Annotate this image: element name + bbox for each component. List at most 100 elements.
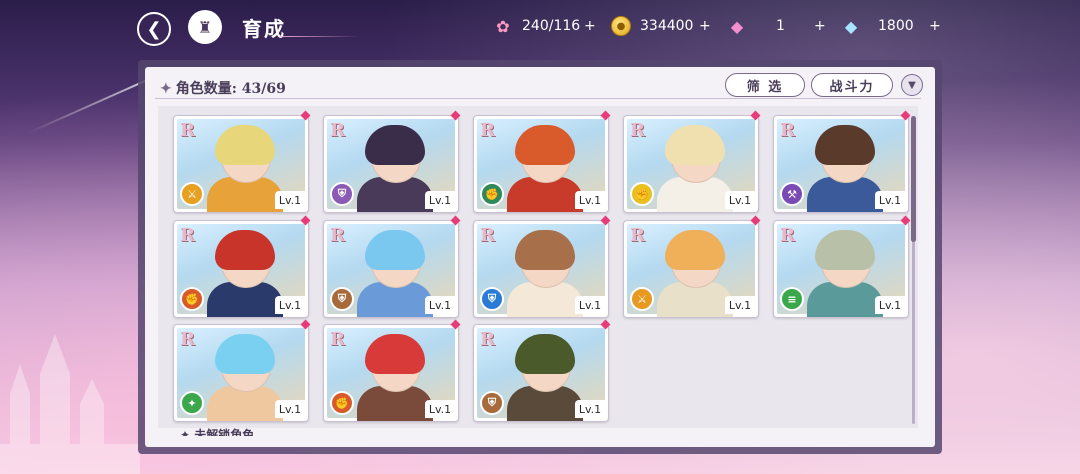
pink-gem-icon: ◆ <box>730 16 744 36</box>
rarity-badge: R <box>630 120 645 141</box>
add-coin-button[interactable]: + <box>699 14 711 38</box>
character-card[interactable]: R ⛨ Lv.1 <box>323 115 459 213</box>
character-hair <box>215 125 275 165</box>
character-card[interactable]: R ≡ Lv.1 <box>773 220 909 318</box>
level-label: Lv.1 <box>425 400 455 418</box>
character-hair <box>815 125 875 165</box>
character-card[interactable]: R ✊ Lv.1 <box>473 115 609 213</box>
rarity-badge: R <box>480 120 495 141</box>
shield-icon: ⛨ <box>480 391 504 415</box>
fist-icon: ✊ <box>330 391 354 415</box>
level-label: Lv.1 <box>425 296 455 314</box>
character-card[interactable]: R ✦ Lv.1 <box>173 324 309 422</box>
top-bar: ❮ ♜ 育成 ✿ 240/116 + ● 334400 + ◆ 1 + ◆ 18… <box>0 0 1080 52</box>
character-card[interactable]: R ⛨ Lv.1 <box>323 220 459 318</box>
locked-characters-label: ✦ 未解锁角色 <box>180 426 254 436</box>
character-card[interactable]: R ⚔ Lv.1 <box>173 115 309 213</box>
shield-icon: ⛨ <box>330 182 354 206</box>
character-hair <box>215 230 275 270</box>
locked-characters-text: 未解锁角色 <box>194 428 255 436</box>
resource-pink-gem-value: 1 <box>776 18 785 34</box>
character-card[interactable]: R ✊ Lv.1 <box>623 115 759 213</box>
blue-gem-icon: ◆ <box>844 16 858 36</box>
character-card[interactable]: R ⛨ Lv.1 <box>473 220 609 318</box>
scrollbar-thumb[interactable] <box>911 116 916 242</box>
character-card[interactable]: R ⚒ Lv.1 <box>773 115 909 213</box>
resource-candy-value: 240/116 <box>522 18 581 34</box>
level-label: Lv.1 <box>275 296 305 314</box>
rarity-badge: R <box>780 225 795 246</box>
level-label: Lv.1 <box>575 296 605 314</box>
add-blue-gem-button[interactable]: + <box>929 14 941 38</box>
character-hair <box>515 230 575 270</box>
shield-icon: ⛨ <box>480 287 504 311</box>
title-decoration <box>280 36 360 37</box>
level-label: Lv.1 <box>575 400 605 418</box>
character-hair <box>365 230 425 270</box>
sort-order-button[interactable]: ▼ <box>901 74 923 96</box>
resource-blue-gem-value: 1800 <box>878 18 914 34</box>
dagger-icon: ⚔ <box>630 287 654 311</box>
back-arrow-icon: ❮ <box>146 18 162 40</box>
add-pink-gem-button[interactable]: + <box>814 14 826 38</box>
character-hair <box>665 230 725 270</box>
character-card[interactable]: R ⛨ Lv.1 <box>473 324 609 422</box>
resource-coin: ● 334400 <box>610 14 693 38</box>
add-candy-button[interactable]: + <box>584 14 596 38</box>
fist-icon: ✊ <box>480 182 504 206</box>
resource-pink-gem: ◆ 1 <box>726 14 785 38</box>
character-hair <box>515 334 575 374</box>
rarity-badge: R <box>630 225 645 246</box>
filter-button[interactable]: 筛 选 <box>725 73 805 97</box>
character-hair <box>515 125 575 165</box>
wand-icon: ✦ <box>180 391 204 415</box>
castle-home-icon: ♜ <box>197 17 213 37</box>
back-button[interactable]: ❮ <box>137 12 171 46</box>
shield-icon: ⛨ <box>330 287 354 311</box>
level-label: Lv.1 <box>875 191 905 209</box>
castle-silhouette-decoration <box>0 334 140 474</box>
coin-icon: ● <box>611 16 631 36</box>
level-label: Lv.1 <box>275 400 305 418</box>
character-card[interactable]: R ✊ Lv.1 <box>323 324 459 422</box>
resource-coin-value: 334400 <box>640 18 694 34</box>
fist-icon: ✊ <box>630 182 654 206</box>
rarity-badge: R <box>180 120 195 141</box>
character-hair <box>815 230 875 270</box>
rarity-badge: R <box>330 225 345 246</box>
candy-icon: ✿ <box>496 16 510 36</box>
character-hair <box>215 334 275 374</box>
rarity-badge: R <box>180 329 195 350</box>
header-divider <box>155 98 921 99</box>
level-label: Lv.1 <box>275 191 305 209</box>
fist-icon: ✊ <box>180 287 204 311</box>
resource-candy: ✿ 240/116 <box>492 14 580 38</box>
level-label: Lv.1 <box>725 191 755 209</box>
hammer-icon: ⚒ <box>780 182 804 206</box>
home-button[interactable]: ♜ <box>188 10 222 44</box>
sort-power-button[interactable]: 战斗力 <box>811 73 893 97</box>
rarity-badge: R <box>480 225 495 246</box>
level-label: Lv.1 <box>875 296 905 314</box>
rarity-badge: R <box>780 120 795 141</box>
rarity-badge: R <box>330 120 345 141</box>
character-count: ✦ 角色数量: 43/69 <box>160 78 286 98</box>
page-title: 育成 <box>242 17 286 41</box>
character-hair <box>365 125 425 165</box>
rarity-badge: R <box>480 329 495 350</box>
level-label: Lv.1 <box>575 191 605 209</box>
rarity-badge: R <box>180 225 195 246</box>
rarity-badge: R <box>330 329 345 350</box>
book-icon: ≡ <box>780 287 804 311</box>
resource-blue-gem: ◆ 1800 <box>840 14 914 38</box>
sparkle-icon: ✦ <box>180 428 195 436</box>
character-card[interactable]: R ⚔ Lv.1 <box>623 220 759 318</box>
character-card[interactable]: R ✊ Lv.1 <box>173 220 309 318</box>
character-hair <box>665 125 725 165</box>
character-hair <box>365 334 425 374</box>
level-label: Lv.1 <box>725 296 755 314</box>
chevron-down-icon: ▼ <box>908 79 916 91</box>
level-label: Lv.1 <box>425 191 455 209</box>
sparkle-icon: ✦ <box>160 81 172 97</box>
character-count-text: 角色数量: 43/69 <box>175 81 286 97</box>
